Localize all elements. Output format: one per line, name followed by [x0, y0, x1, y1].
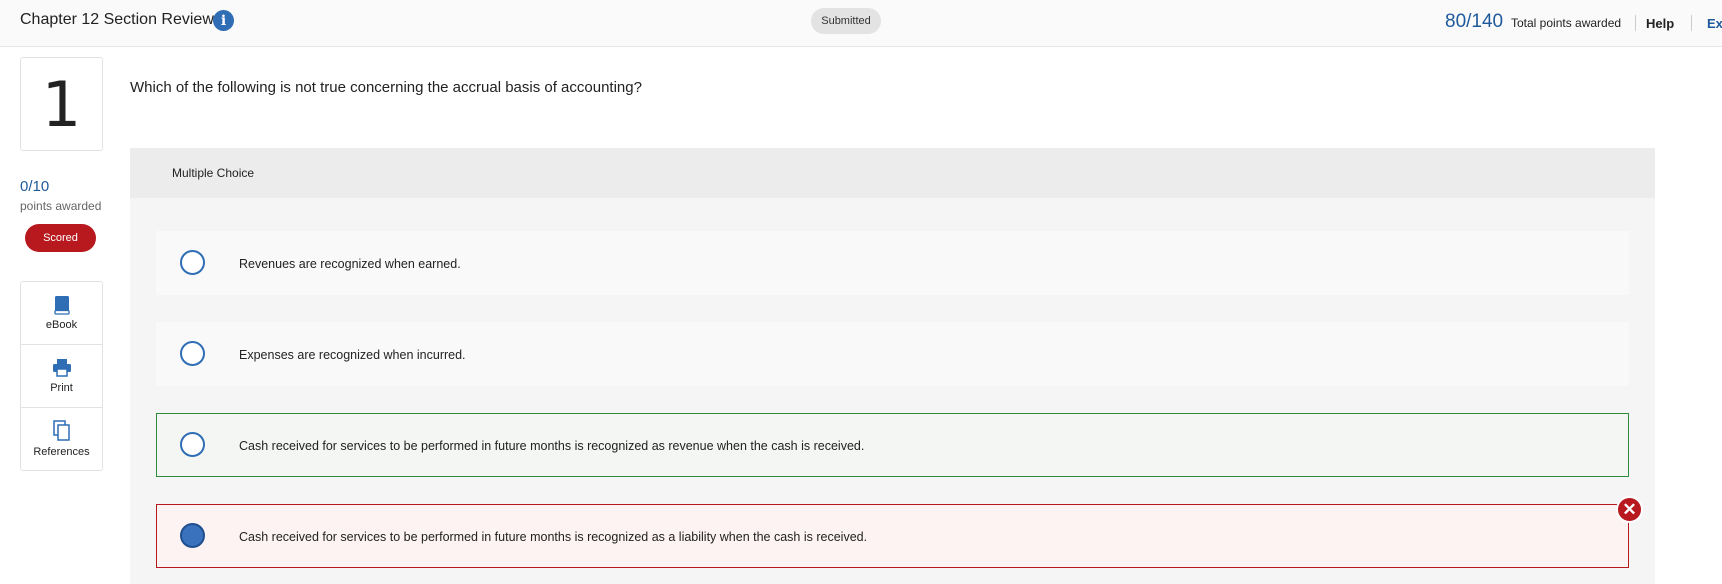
documents-icon [52, 420, 70, 441]
multiple-choice-panel: Multiple Choice Revenues are recognized … [130, 148, 1655, 584]
radio-button[interactable] [180, 250, 205, 275]
radio-button-selected[interactable] [180, 523, 205, 548]
references-button[interactable]: References [21, 408, 102, 470]
points-awarded-label: points awarded [20, 199, 102, 213]
answer-option-3-correct[interactable]: Cash received for services to be perform… [156, 413, 1629, 477]
panel-header: Multiple Choice [130, 148, 1655, 198]
question-type-label: Multiple Choice [172, 166, 255, 180]
answer-option-1[interactable]: Revenues are recognized when earned. [156, 231, 1629, 295]
status-badge: Submitted [811, 8, 881, 34]
option-text: Cash received for services to be perform… [239, 439, 865, 453]
print-label: Print [50, 382, 73, 394]
incorrect-x-icon: ✕ [1616, 496, 1643, 523]
print-button[interactable]: Print [21, 345, 102, 408]
scored-badge: Scored [25, 224, 96, 252]
references-label: References [33, 446, 90, 458]
answer-option-4-incorrect[interactable]: Cash received for services to be perform… [156, 496, 1643, 568]
info-icon[interactable]: i [213, 10, 234, 31]
divider [1691, 15, 1692, 31]
option-text: Revenues are recognized when earned. [239, 257, 461, 271]
top-header: Chapter 12 Section Review i Submitted 80… [0, 0, 1722, 47]
option-text: Cash received for services to be perform… [239, 530, 868, 544]
divider [1635, 15, 1636, 31]
tools-panel: eBook Print References [20, 281, 103, 471]
question-number: 1 [20, 57, 103, 151]
ebook-label: eBook [45, 319, 78, 331]
assignment-title: Chapter 12 Section Review [20, 11, 214, 28]
radio-button[interactable] [180, 341, 205, 366]
question-prompt: Which of the following is not true conce… [130, 79, 642, 96]
answer-option-2[interactable]: Expenses are recognized when incurred. [156, 322, 1629, 386]
question-score: 0/10 [20, 178, 50, 195]
exit-button[interactable]: Exit [1707, 16, 1722, 31]
help-button[interactable]: Help [1646, 16, 1674, 31]
option-text: Expenses are recognized when incurred. [239, 348, 466, 362]
total-points-value: 80/140 [1445, 11, 1504, 32]
printer-icon [52, 359, 71, 377]
radio-button[interactable] [180, 432, 205, 457]
total-points-label: Total points awarded [1511, 16, 1622, 30]
book-icon [53, 296, 70, 315]
ebook-button[interactable]: eBook [21, 282, 102, 345]
